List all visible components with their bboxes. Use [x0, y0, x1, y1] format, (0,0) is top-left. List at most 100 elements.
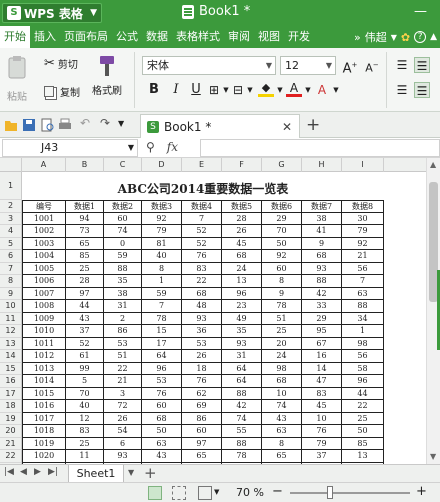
table-cell[interactable]: 48 — [182, 300, 222, 313]
table-cell[interactable]: 42 — [222, 400, 262, 413]
table-cell[interactable]: 5 — [66, 375, 104, 388]
table-cell[interactable]: 74 — [262, 400, 302, 413]
first-sheet-icon[interactable]: |◀ — [4, 467, 14, 477]
table-cell[interactable]: 61 — [66, 350, 104, 363]
menu-item-formulas[interactable]: 公式 — [112, 26, 142, 48]
table-cell[interactable]: 79 — [342, 225, 384, 238]
table-cell[interactable]: 25 — [262, 325, 302, 338]
vertical-scrollbar[interactable]: ▲ ▼ — [426, 158, 440, 464]
menu-item-view[interactable]: 视图 — [254, 26, 284, 48]
table-cell[interactable]: 1010 — [22, 325, 66, 338]
table-cell[interactable]: 45 — [302, 400, 342, 413]
table-cell[interactable]: 8 — [262, 275, 302, 288]
table-header-cell[interactable]: 数据4 — [182, 200, 222, 213]
table-cell[interactable]: 35 — [222, 325, 262, 338]
help-icon[interactable]: ? — [414, 31, 427, 43]
chevron-down-icon[interactable]: ▼ — [118, 119, 132, 133]
menu-item-data[interactable]: 数据 — [142, 26, 172, 48]
table-cell[interactable]: 74 — [104, 225, 142, 238]
sheet-tab[interactable]: Sheet1 — [68, 465, 124, 483]
collapse-ribbon-icon[interactable]: ▲ — [430, 32, 437, 42]
table-cell[interactable]: 14 — [302, 362, 342, 375]
table-cell[interactable]: 83 — [302, 387, 342, 400]
table-cell[interactable]: 93 — [302, 262, 342, 275]
table-cell[interactable]: 24 — [222, 262, 262, 275]
row-header[interactable]: 9 — [0, 287, 22, 300]
column-header[interactable]: A — [22, 158, 66, 172]
table-cell[interactable]: 11 — [66, 450, 104, 463]
table-cell[interactable]: 9 — [262, 287, 302, 300]
table-cell[interactable]: 65 — [66, 237, 104, 250]
table-cell[interactable]: 25 — [66, 262, 104, 275]
table-cell[interactable]: 76 — [302, 425, 342, 438]
formula-input[interactable] — [200, 139, 440, 157]
table-cell[interactable]: 8 — [142, 262, 182, 275]
table-cell[interactable]: 18 — [182, 362, 222, 375]
table-cell[interactable]: 0 — [104, 237, 142, 250]
row-header[interactable]: 11 — [0, 312, 22, 325]
column-header[interactable]: B — [66, 158, 104, 172]
row-header[interactable]: 1 — [0, 172, 22, 200]
table-cell[interactable]: 63 — [342, 287, 384, 300]
select-all-corner[interactable] — [0, 158, 22, 172]
table-cell[interactable]: 78 — [142, 312, 182, 325]
menu-item-home[interactable]: 开始 — [0, 26, 30, 48]
column-header[interactable]: I — [342, 158, 384, 172]
chevron-down-icon[interactable]: ▼ — [128, 468, 134, 477]
table-cell[interactable]: 96 — [142, 362, 182, 375]
column-header[interactable]: D — [142, 158, 182, 172]
table-cell[interactable]: 93 — [182, 312, 222, 325]
table-cell[interactable]: 50 — [342, 425, 384, 438]
table-cell[interactable]: 88 — [222, 437, 262, 450]
table-cell[interactable]: 88 — [222, 387, 262, 400]
table-cell[interactable]: 64 — [222, 375, 262, 388]
table-cell[interactable]: 76 — [182, 375, 222, 388]
table-cell[interactable]: 29 — [262, 212, 302, 225]
table-cell[interactable]: 43 — [262, 412, 302, 425]
table-cell[interactable]: 93 — [222, 337, 262, 350]
table-cell[interactable]: 68 — [262, 375, 302, 388]
table-cell[interactable]: 68 — [182, 287, 222, 300]
spreadsheet-grid[interactable]: ABCDEFGHI 1 2 3 4 5 6 7 8 9 10 11 12 13 14 15 16 17 18 19 2… — [0, 158, 426, 464]
table-cell[interactable]: 98 — [262, 362, 302, 375]
table-cell[interactable]: 28 — [222, 212, 262, 225]
table-cell[interactable]: 60 — [182, 425, 222, 438]
table-cell[interactable]: 83 — [182, 262, 222, 275]
open-folder-icon[interactable] — [4, 118, 18, 132]
table-cell[interactable]: 68 — [142, 412, 182, 425]
table-cell[interactable]: 85 — [66, 250, 104, 263]
row-header[interactable]: 3 — [0, 212, 22, 225]
skin-icon[interactable]: ✿ — [401, 31, 410, 44]
table-cell[interactable]: 44 — [342, 387, 384, 400]
menu-item-insert[interactable]: 插入 — [30, 26, 60, 48]
table-header-cell[interactable]: 数据2 — [104, 200, 142, 213]
table-cell[interactable]: 1008 — [22, 300, 66, 313]
row-header[interactable]: 6 — [0, 250, 22, 263]
table-cell[interactable]: 79 — [142, 225, 182, 238]
table-cell[interactable]: 25 — [66, 437, 104, 450]
table-cell[interactable]: 1012 — [22, 350, 66, 363]
table-cell[interactable]: 35 — [104, 275, 142, 288]
table-cell[interactable]: 59 — [104, 250, 142, 263]
table-cell[interactable]: 97 — [66, 287, 104, 300]
minimize-button[interactable]: — — [414, 4, 427, 19]
table-cell[interactable]: 64 — [142, 350, 182, 363]
decrease-font-size-icon[interactable]: A− — [364, 57, 380, 75]
table-cell[interactable]: 92 — [342, 237, 384, 250]
table-cell[interactable]: 62 — [182, 387, 222, 400]
table-cell[interactable]: 1017 — [22, 412, 66, 425]
app-menu-button[interactable]: S WPS 表格 ▼ — [2, 3, 102, 23]
copy-button[interactable]: 复制 — [44, 84, 80, 99]
table-cell[interactable]: 76 — [182, 250, 222, 263]
table-cell[interactable]: 31 — [222, 350, 262, 363]
print-preview-icon[interactable] — [40, 118, 54, 132]
row-header[interactable]: 2 — [0, 200, 22, 213]
table-cell[interactable]: 88 — [302, 275, 342, 288]
row-header[interactable]: 4 — [0, 225, 22, 238]
table-cell[interactable]: 38 — [302, 212, 342, 225]
table-cell[interactable]: 40 — [142, 250, 182, 263]
table-cell[interactable]: 79 — [302, 437, 342, 450]
page-break-view-icon[interactable] — [172, 486, 186, 500]
table-cell[interactable]: 70 — [262, 225, 302, 238]
column-header[interactable]: H — [302, 158, 342, 172]
